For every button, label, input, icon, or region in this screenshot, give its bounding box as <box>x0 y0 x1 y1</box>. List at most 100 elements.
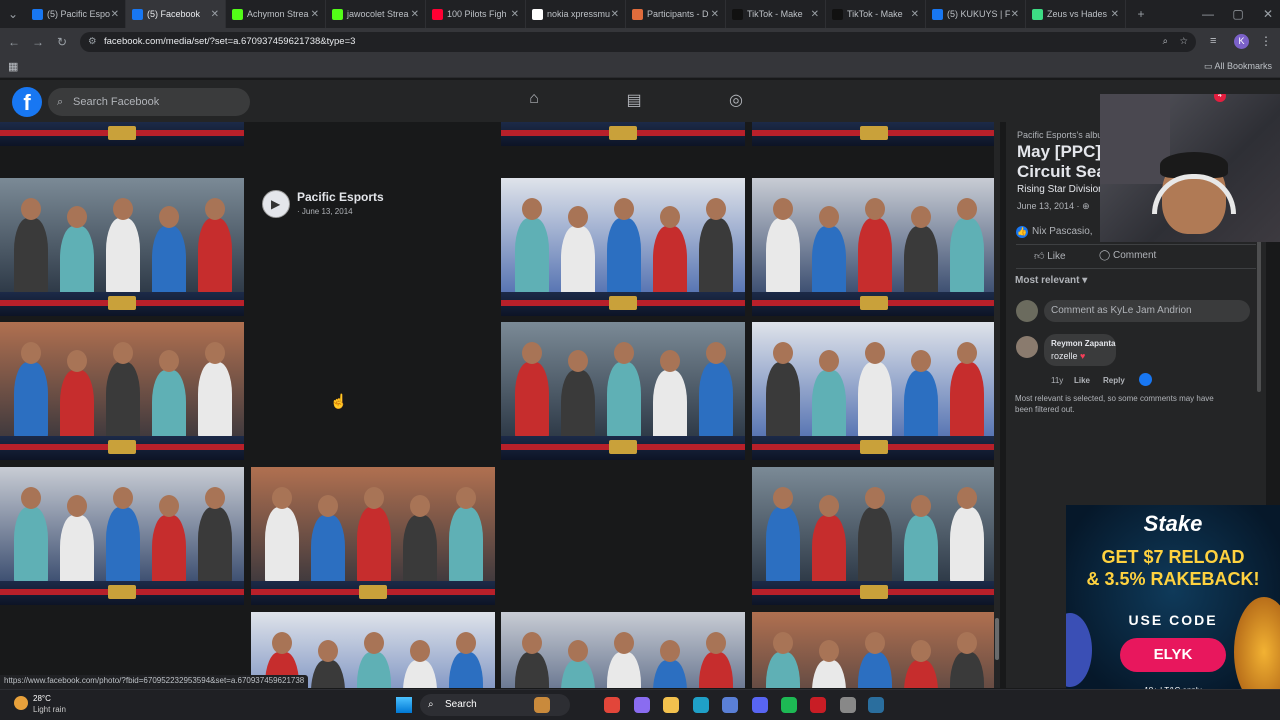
album-photo[interactable] <box>752 178 996 316</box>
tab-close-icon[interactable]: ✕ <box>1011 9 1019 20</box>
marketplace-icon[interactable]: ▤ <box>622 90 646 114</box>
profile-avatar[interactable]: K <box>1234 34 1249 49</box>
grid-scrollbar-thumb[interactable] <box>995 618 999 660</box>
tab-close-icon[interactable]: ✕ <box>911 9 919 20</box>
maximize-icon[interactable]: ▢ <box>1226 7 1250 21</box>
browser-menu-icon[interactable]: ⋮ <box>1260 34 1272 48</box>
album-photo[interactable] <box>752 122 996 146</box>
rising-star-logo-icon <box>860 126 888 140</box>
groups-icon[interactable]: ◎ <box>724 90 748 114</box>
stake-ad[interactable]: Stake GET $7 RELOAD & 3.5% RAKEBACK! USE… <box>1066 505 1280 720</box>
comment-button[interactable]: ◯ Comment <box>1099 250 1156 261</box>
album-photo[interactable] <box>752 322 996 460</box>
poster-name[interactable]: Pacific Esports <box>297 190 384 204</box>
comment-age[interactable]: 11y <box>1051 376 1063 385</box>
album-photo[interactable] <box>752 612 996 688</box>
browser-tab[interactable]: (5) Pacific Espo ✕ <box>26 0 126 28</box>
browser-tab[interactable]: (5) Facebook ✕ <box>126 0 226 28</box>
photo-person-head <box>865 342 885 364</box>
tab-close-icon[interactable]: ✕ <box>711 9 719 20</box>
site-info-icon[interactable]: ⚙ <box>88 32 97 52</box>
url-field[interactable]: ⚙ facebook.com/media/set/?set=a.67093745… <box>80 32 1196 52</box>
all-bookmarks-folder[interactable]: ▭ All Bookmarks <box>1204 61 1272 72</box>
store-icon[interactable] <box>722 697 738 713</box>
tab-close-icon[interactable]: ✕ <box>811 9 819 20</box>
edge-icon[interactable] <box>693 697 709 713</box>
comment-like-link[interactable]: Like <box>1074 376 1090 385</box>
album-photo[interactable] <box>501 322 745 460</box>
most-relevant-dropdown[interactable]: Most relevant ▾ <box>1015 275 1087 286</box>
widget-app-icon[interactable] <box>534 697 550 713</box>
tab-label: (5) Pacific Espo <box>47 9 111 19</box>
comment-input[interactable]: Comment as KyLe Jam Andrion <box>1044 300 1250 322</box>
notification-badge[interactable]: 4 <box>1214 94 1226 102</box>
ad-code-button[interactable]: ELYK <box>1120 638 1226 672</box>
app-red-icon[interactable] <box>810 697 826 713</box>
album-photo[interactable] <box>0 322 244 460</box>
tab-close-icon[interactable]: ✕ <box>611 9 619 20</box>
album-photo[interactable] <box>501 122 745 146</box>
poster-date[interactable]: · June 13, 2014 <box>297 207 353 216</box>
browser-tab[interactable]: TikTok - Make ✕ <box>726 0 826 28</box>
tab-close-icon[interactable]: ✕ <box>511 9 519 20</box>
weather-icon[interactable] <box>14 696 28 710</box>
tab-label: Achymon Strea <box>247 9 309 19</box>
app-capture-icon[interactable] <box>840 697 856 713</box>
browser-tab[interactable]: jawocolet Strea ✕ <box>326 0 426 28</box>
forward-icon[interactable]: → <box>26 35 50 49</box>
browser-tab[interactable]: Zeus vs Hades ✕ <box>1026 0 1126 28</box>
facebook-search-input[interactable]: ⌕ Search Facebook <box>48 88 250 116</box>
tab-close-icon[interactable]: ✕ <box>1111 9 1119 20</box>
browser-tab[interactable]: Participants - D ✕ <box>626 0 726 28</box>
browser-tab[interactable]: (5) KUKUYS | F ✕ <box>926 0 1026 28</box>
album-photo[interactable] <box>501 178 745 316</box>
facebook-logo[interactable]: f <box>12 87 42 117</box>
album-photo[interactable] <box>0 122 244 146</box>
tab-close-icon[interactable]: ✕ <box>411 9 419 20</box>
photo-person-head <box>911 206 931 228</box>
apps-grid-icon[interactable]: ▦ <box>8 60 18 73</box>
photo-person <box>812 640 846 688</box>
bookmark-star-icon[interactable]: ☆ <box>1179 32 1188 52</box>
weather-desc[interactable]: Light rain <box>33 705 66 714</box>
album-photo[interactable] <box>501 612 745 688</box>
reload-icon[interactable]: ↻ <box>50 35 74 49</box>
commenter-name[interactable]: Reymon Zapanta <box>1051 339 1115 348</box>
tab-search-icon[interactable]: ⌄ <box>0 7 26 21</box>
spotify-icon[interactable] <box>781 697 797 713</box>
copilot-icon[interactable] <box>634 697 650 713</box>
tab-label: Zeus vs Hades <box>1047 9 1108 19</box>
commenter-avatar[interactable] <box>1016 336 1038 358</box>
discord-icon[interactable] <box>752 697 768 713</box>
album-photo[interactable] <box>0 178 244 316</box>
browser-tab[interactable]: 100 Pilots Figh ✕ <box>426 0 526 28</box>
album-of-label[interactable]: Pacific Esports's album <box>1017 130 1110 140</box>
photo-person <box>515 632 549 688</box>
tab-close-icon[interactable]: ✕ <box>311 9 319 20</box>
file-explorer-icon[interactable] <box>663 697 679 713</box>
browser-tab[interactable]: Achymon Strea ✕ <box>226 0 326 28</box>
like-button[interactable]: 👍︎ Like <box>1034 250 1066 262</box>
weather-temp[interactable]: 28°C <box>33 694 51 703</box>
close-window-icon[interactable]: ✕ <box>1256 7 1280 21</box>
new-tab-icon[interactable]: + <box>1126 7 1156 21</box>
media-control-icon[interactable]: ≡ <box>1210 35 1216 47</box>
comment-reply-link[interactable]: Reply <box>1103 376 1125 385</box>
minimize-icon[interactable]: — <box>1196 7 1220 21</box>
reactions-summary[interactable]: 👍 Nix Pascasio, <box>1016 226 1093 238</box>
album-photo[interactable] <box>752 467 996 605</box>
album-photo[interactable] <box>251 467 495 605</box>
grid-scrollbar[interactable] <box>994 122 1000 688</box>
browser-tab[interactable]: nokia xpressmu ✕ <box>526 0 626 28</box>
browser-tab[interactable]: TikTok - Make ✕ <box>826 0 926 28</box>
tab-close-icon[interactable]: ✕ <box>111 9 119 20</box>
pacific-esports-avatar[interactable] <box>262 190 290 218</box>
steam-icon[interactable] <box>868 697 884 713</box>
zoom-icon[interactable]: ⌕ <box>1163 32 1168 52</box>
back-icon[interactable]: ← <box>2 35 26 49</box>
start-icon[interactable] <box>396 697 412 713</box>
tab-close-icon[interactable]: ✕ <box>211 9 219 20</box>
home-icon[interactable]: ⌂ <box>522 90 546 114</box>
album-photo[interactable] <box>0 467 244 605</box>
chrome-icon[interactable] <box>604 697 620 713</box>
